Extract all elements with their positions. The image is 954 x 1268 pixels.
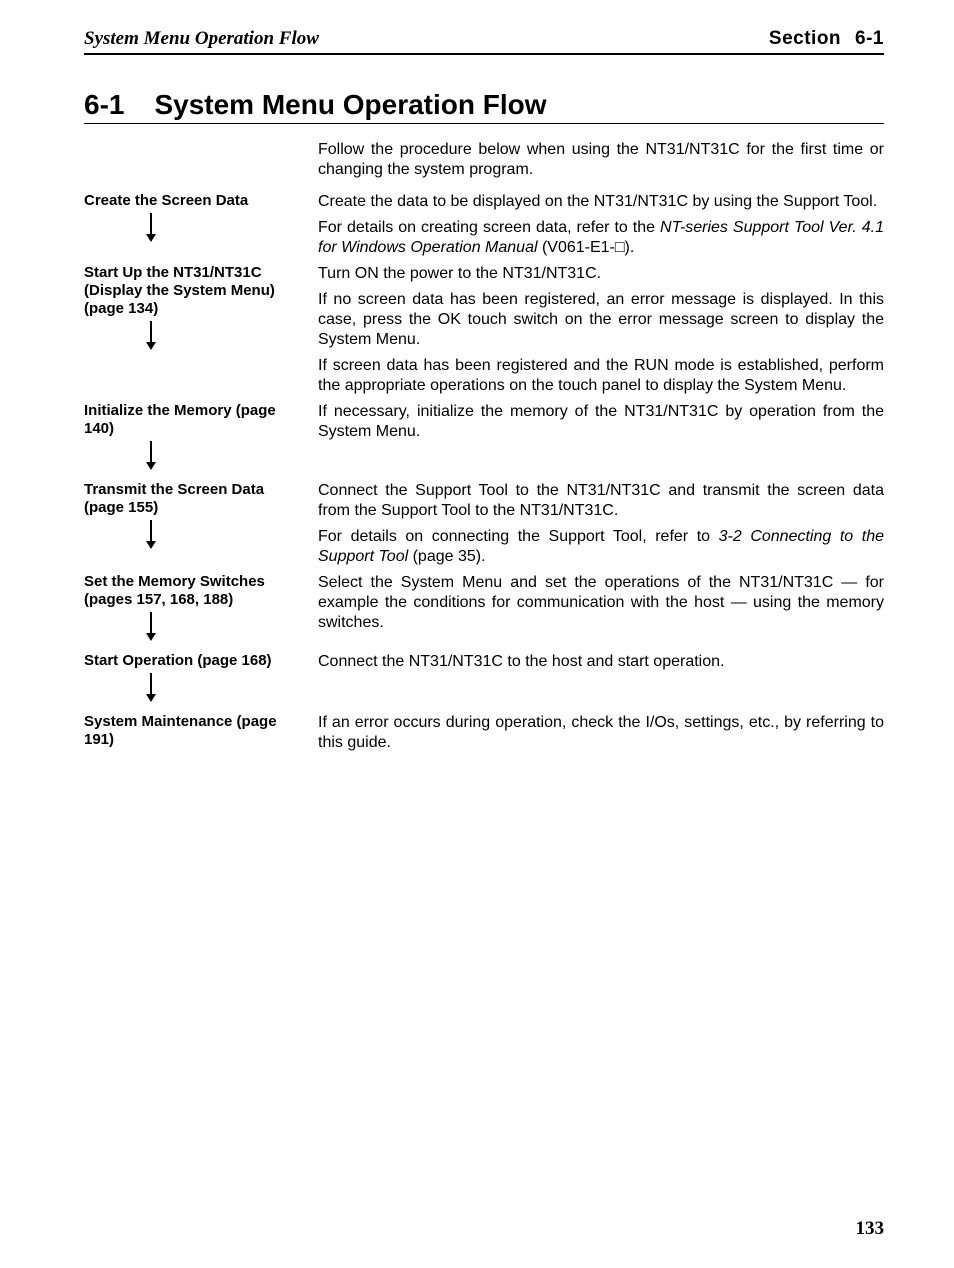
step-label: Transmit the Screen Data (page 155) — [84, 481, 298, 517]
text-span: Connect the Support Tool to the NT31/NT3… — [318, 482, 884, 519]
step-body: Select the System Menu and set the opera… — [318, 573, 884, 639]
step-body: Connect the Support Tool to the NT31/NT3… — [318, 481, 884, 573]
step-label: Start Operation (page 168) — [84, 652, 298, 670]
step-label: Start Up the NT31/NT31C (Display the Sys… — [84, 264, 298, 318]
step-row: Initialize the Memory (page 140) If neces… — [84, 402, 884, 481]
header-right: Section 6-1 — [769, 28, 884, 50]
section-title: 6-1 System Menu Operation Flow — [84, 89, 884, 124]
header-left: System Menu Operation Flow — [84, 28, 319, 50]
text-span: For details on creating screen data, ref… — [318, 219, 660, 236]
down-arrow-icon — [144, 519, 158, 549]
arrow-wrap — [84, 438, 298, 481]
step-left: Start Operation (page 168) — [84, 652, 318, 713]
text-span: (V061-E1-□). — [538, 239, 635, 256]
arrow-wrap — [84, 609, 298, 652]
header-section-number: 6-1 — [855, 28, 884, 49]
step-paragraph: Connect the NT31/NT31C to the host and s… — [318, 652, 884, 672]
text-span: Select the System Menu and set the opera… — [318, 574, 884, 631]
text-span: Connect the NT31/NT31C to the host and s… — [318, 653, 724, 670]
page: System Menu Operation Flow Section 6-1 6-… — [0, 0, 954, 1268]
arrow-wrap — [84, 670, 298, 713]
step-paragraph: Create the data to be displayed on the N… — [318, 192, 884, 212]
step-label: Set the Memory Switches (pages 157, 168,… — [84, 573, 298, 609]
down-arrow-icon — [144, 440, 158, 470]
step-label: Initialize the Memory (page 140) — [84, 402, 298, 438]
page-number: 133 — [856, 1218, 885, 1240]
step-paragraph: If no screen data has been registered, a… — [318, 290, 884, 350]
section-heading-text: System Menu Operation Flow — [154, 89, 546, 120]
down-arrow-icon — [144, 320, 158, 350]
step-paragraph: If an error occurs during operation, che… — [318, 713, 884, 753]
step-row: System Maintenance (page 191) If an error… — [84, 713, 884, 759]
arrow-wrap — [84, 318, 298, 361]
step-body: If necessary, initialize the memory of t… — [318, 402, 884, 448]
down-arrow-icon — [144, 672, 158, 702]
step-paragraph: If necessary, initialize the memory of t… — [318, 402, 884, 442]
step-paragraph: Select the System Menu and set the opera… — [318, 573, 884, 633]
section-number: 6-1 — [84, 89, 124, 120]
steps-container: Create the Screen Data Create the data to… — [84, 192, 884, 759]
text-span: If an error occurs during operation, che… — [318, 714, 884, 751]
step-left: Set the Memory Switches (pages 157, 168,… — [84, 573, 318, 652]
step-left: System Maintenance (page 191) — [84, 713, 318, 749]
header-section-label: Section — [769, 28, 841, 49]
step-paragraph: If screen data has been registered and t… — [318, 356, 884, 396]
down-arrow-icon — [144, 611, 158, 641]
step-body: Turn ON the power to the NT31/NT31C. If n… — [318, 264, 884, 402]
step-body: If an error occurs during operation, che… — [318, 713, 884, 759]
text-span: For details on connecting the Support To… — [318, 528, 719, 545]
text-span: Turn ON the power to the NT31/NT31C. — [318, 265, 601, 282]
step-paragraph: For details on connecting the Support To… — [318, 527, 884, 567]
step-row: Transmit the Screen Data (page 155) Conne… — [84, 481, 884, 573]
text-span: (page 35). — [408, 548, 485, 565]
step-left: Initialize the Memory (page 140) — [84, 402, 318, 481]
step-row: Start Up the NT31/NT31C (Display the Sys… — [84, 264, 884, 402]
down-arrow-icon — [144, 212, 158, 242]
intro-paragraph: Follow the procedure below when using th… — [318, 140, 884, 180]
arrow-wrap — [84, 210, 298, 253]
text-span: If screen data has been registered and t… — [318, 357, 884, 394]
step-body: Connect the NT31/NT31C to the host and s… — [318, 652, 884, 678]
text-span: If no screen data has been registered, a… — [318, 291, 884, 348]
step-paragraph: Connect the Support Tool to the NT31/NT3… — [318, 481, 884, 521]
step-label: System Maintenance (page 191) — [84, 713, 298, 749]
step-label: Create the Screen Data — [84, 192, 298, 210]
step-paragraph: For details on creating screen data, ref… — [318, 218, 884, 258]
step-paragraph: Turn ON the power to the NT31/NT31C. — [318, 264, 884, 284]
text-span: Create the data to be displayed on the N… — [318, 193, 877, 210]
step-left: Transmit the Screen Data (page 155) — [84, 481, 318, 560]
step-left: Start Up the NT31/NT31C (Display the Sys… — [84, 264, 318, 361]
step-row: Create the Screen Data Create the data to… — [84, 192, 884, 264]
arrow-wrap — [84, 517, 298, 560]
step-row: Set the Memory Switches (pages 157, 168,… — [84, 573, 884, 652]
step-row: Start Operation (page 168) Connect the NT… — [84, 652, 884, 713]
text-span: If necessary, initialize the memory of t… — [318, 403, 884, 440]
step-body: Create the data to be displayed on the N… — [318, 192, 884, 264]
running-header: System Menu Operation Flow Section 6-1 — [84, 28, 884, 55]
step-left: Create the Screen Data — [84, 192, 318, 253]
